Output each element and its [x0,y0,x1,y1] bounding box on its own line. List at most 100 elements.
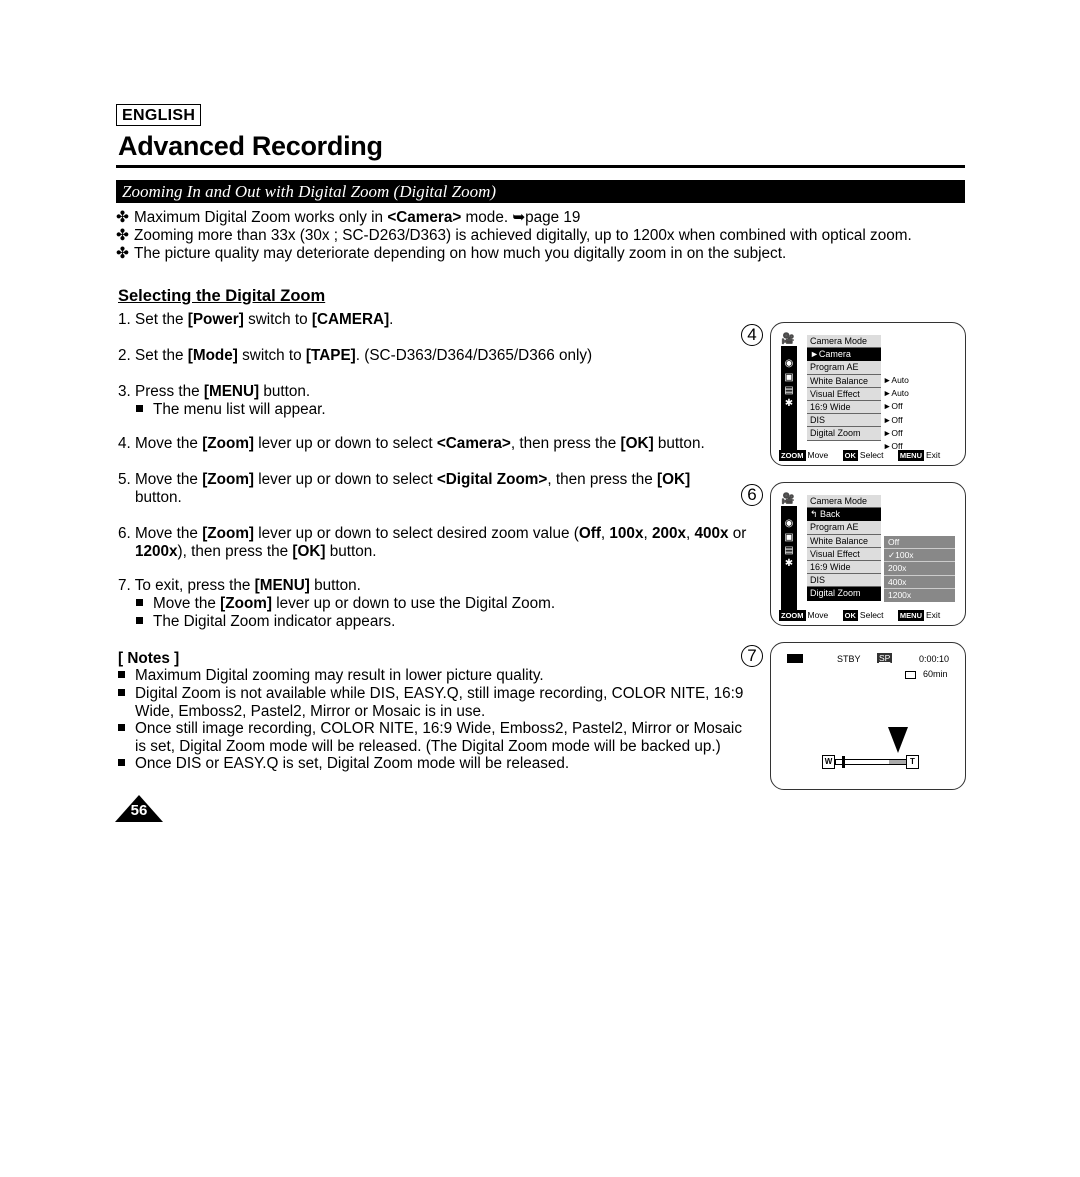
t: button. [653,435,705,452]
figure-number-4: 4 [741,324,763,346]
square-bullet-icon [118,689,125,697]
menu-header: Camera Mode [807,495,881,509]
zoom-option-1200x[interactable]: 1200x [884,589,955,602]
zoom-option-100x[interactable]: ✓100x [884,549,955,563]
note-item: Digital Zoom is not available while DIS,… [116,685,743,721]
t: button. [325,543,377,560]
status-stby: STBY [837,654,861,664]
figure-number-7: 7 [741,645,763,667]
menu-item-dis[interactable]: DIS [807,574,881,588]
ok-key: OK [842,610,858,621]
visual-effect-icon: ▤ [784,385,794,396]
t: , then press the [547,471,658,488]
t: button. [135,489,182,506]
menu-item-back[interactable]: ↰ Back [807,508,881,522]
step-7: 7. To exit, press the [MENU] button. Move… [118,577,555,631]
menu-item-program-ae[interactable]: Program AE [807,521,881,535]
t: Digital Zoom is not available while DIS,… [135,685,744,702]
white-balance-icon: ▣ [784,532,794,543]
menu-list: Camera Mode ↰ Back Program AE White Bala… [807,495,881,601]
t: Once DIS or EASY.Q is set, Digital Zoom … [135,755,570,772]
page-number: 56 [130,802,148,819]
square-bullet-icon [136,617,143,625]
menu-item-visual-effect[interactable]: Visual Effect [807,388,881,401]
t: lever up or down to select [254,435,437,452]
menu-item-digital-zoom[interactable]: Digital Zoom [807,427,881,441]
zoom-option-off[interactable]: Off [884,536,955,550]
square-bullet-icon [136,599,143,607]
bullet-icon: ✤ [116,245,129,262]
t: [Zoom] [220,595,272,612]
subsection-title: Selecting the Digital Zoom [118,287,326,305]
menu-item-visual-effect[interactable]: Visual Effect [807,548,881,561]
t: , [643,525,652,542]
menu-header: Camera Mode [807,335,881,349]
menu-item-camera[interactable]: ►Camera [807,348,881,362]
menu-item-digital-zoom[interactable]: Digital Zoom [807,587,881,601]
settings-gear-icon: ✱ [784,558,794,569]
tape-remaining: 60min [923,669,948,679]
t: Once still image recording, COLOR NITE, … [135,720,742,737]
t: . (SC-D363/D364/D365/D366 only) [355,347,593,364]
menu-item-dis[interactable]: DIS [807,414,881,428]
camera-mode-icon: 🎥 [781,333,795,345]
value-dis: ►Off [883,427,903,438]
t: is set, Digital Zoom mode will be releas… [135,738,721,755]
t: Exit [926,450,941,460]
square-bullet-icon [118,671,125,679]
digital-zoom-fill [888,760,906,764]
t: Exit [926,610,941,620]
t: switch to [237,347,306,364]
bullet-text: Maximum Digital Zoom works only in [134,209,388,226]
notes-heading: [ Notes ] [118,650,180,667]
intro-bullet: ✤ The picture quality may deteriorate dep… [116,245,912,263]
value-white-balance: ►Auto [883,388,909,399]
visual-effect-icon: ▤ [784,545,794,556]
language-label: ENGLISH [116,104,202,126]
intro-bullet: ✤ Zooming more than 33x (30x ; SC-D263/D3… [116,227,912,245]
square-bullet-icon [118,724,125,732]
zoom-options-list: Off ✓100x 200x 400x 1200x [884,536,955,602]
menu-key: MENU [897,450,925,461]
t: [MENU] [203,383,260,400]
intro-bullet: ✤ Maximum Digital Zoom works only in <Cam… [116,209,912,227]
zoom-option-200x[interactable]: 200x [884,562,955,576]
t: or [728,525,747,542]
t: The Digital Zoom indicator appears. [153,613,396,630]
figure-number-6: 6 [741,484,763,506]
t: [Mode] [187,347,238,364]
zoom-key: ZOOM [779,610,806,621]
menu-list: Camera Mode ►Camera Program AE White Bal… [807,335,881,441]
menu-item-16-9-wide[interactable]: 16:9 Wide [807,561,881,575]
t: Move [807,450,829,460]
t: 200x [651,525,686,542]
time-counter: 0:00:10 [919,654,950,664]
note-item: Maximum Digital zooming may result in lo… [116,667,544,685]
step-1: 1. Set the [Power] switch to [CAMERA]. [118,311,393,329]
menu-item-white-balance[interactable]: White Balance [807,535,881,548]
zoom-track [835,759,907,765]
t: 3. Press the [118,383,204,400]
t: [Power] [187,311,244,328]
bullet-bold: <Camera> [387,209,462,226]
zoom-option-400x[interactable]: 400x [884,576,955,589]
program-ae-icon: ◉ [784,358,794,369]
battery-icon [787,654,803,663]
menu-item-white-balance[interactable]: White Balance [807,375,881,388]
menu-item-program-ae[interactable]: Program AE [807,361,881,375]
t: Off [578,525,601,542]
t: switch to [243,311,312,328]
t: [MENU] [254,577,310,594]
tape-icon [905,671,916,679]
step-6: 6. Move the [Zoom] lever up or down to s… [118,525,746,561]
step-3: 3. Press the [MENU] button. The menu list… [118,383,326,419]
optical-zoom-marker [842,756,846,768]
menu-item-16-9-wide[interactable]: 16:9 Wide [807,401,881,415]
menu-footer: ZOOM Move OK Select MENU Exit [779,610,941,621]
t: 1200x [135,543,178,560]
bullet-text: Zooming more than 33x (30x ; SC-D263/D36… [134,227,912,244]
t: 100x [609,525,644,542]
t: button. [309,577,361,594]
ok-key: OK [842,450,858,461]
t: 1. Set the [118,311,188,328]
